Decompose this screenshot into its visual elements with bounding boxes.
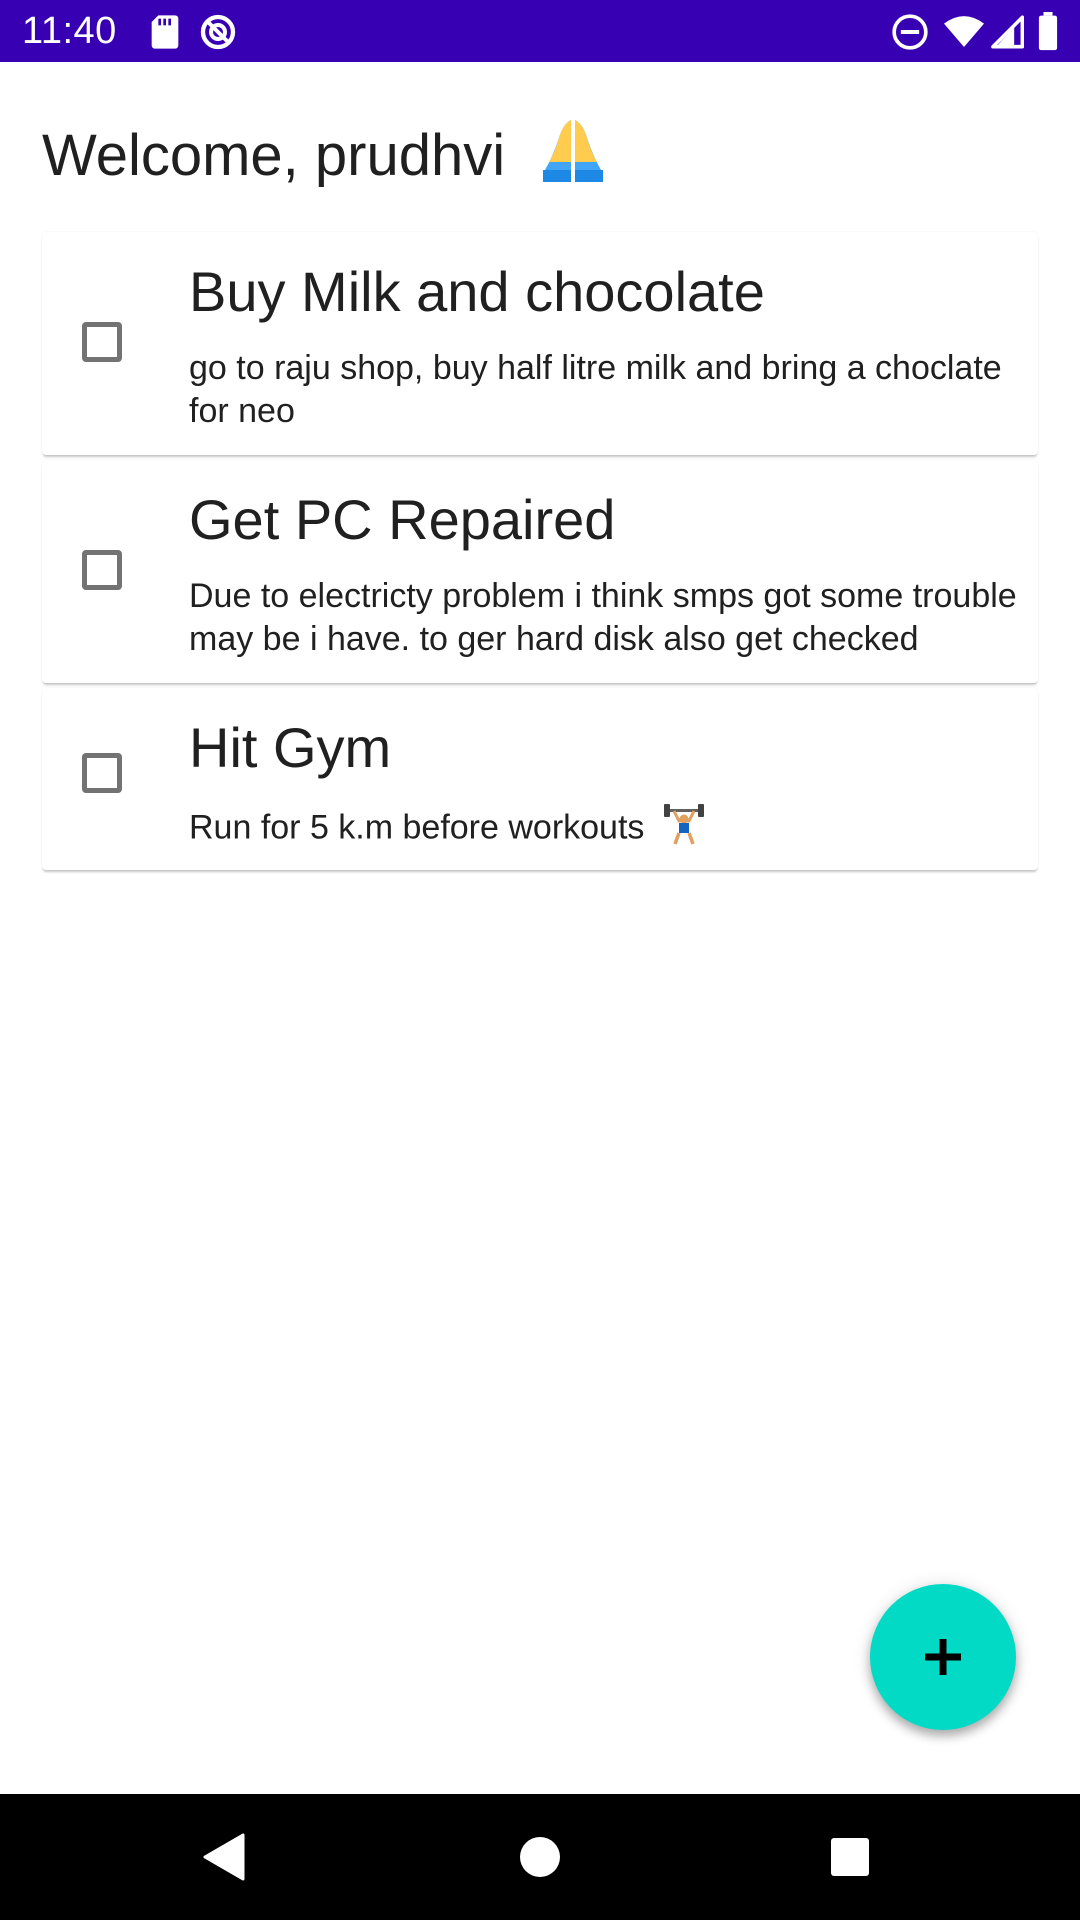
status-time: 11:40 [22, 10, 117, 52]
folded-hands-icon [535, 112, 611, 207]
status-bar: 11:40 [0, 0, 1080, 62]
cell-signal-icon [988, 12, 1028, 52]
home-icon [520, 1837, 560, 1877]
task-title: Get PC Repaired [189, 488, 616, 551]
task-list: Buy Milk and chocolate go to raju shop, … [42, 232, 1038, 875]
task-checkbox[interactable] [82, 753, 122, 793]
task-card[interactable]: Buy Milk and chocolate go to raju shop, … [42, 232, 1038, 455]
back-button[interactable] [195, 1827, 255, 1887]
welcome-text: Welcome, prudhvi [42, 122, 506, 188]
page-title: Welcome, prudhvi [42, 112, 611, 207]
do-not-disturb-icon [890, 12, 930, 52]
task-description-row: Run for 5 k.m before workouts [189, 803, 1029, 856]
task-title: Hit Gym [189, 716, 392, 779]
task-description: go to raju shop, buy half litre milk and… [189, 349, 1002, 430]
task-title: Buy Milk and chocolate [189, 260, 765, 323]
task-description: Due to electricty problem i think smps g… [189, 577, 1017, 658]
battery-icon [1036, 12, 1060, 52]
task-checkbox[interactable] [82, 322, 122, 362]
add-task-button[interactable] [870, 1584, 1016, 1730]
task-card[interactable]: Get PC Repaired Due to electricty proble… [42, 460, 1038, 683]
data-saver-icon [198, 12, 238, 52]
home-button[interactable] [510, 1827, 570, 1887]
task-checkbox[interactable] [82, 550, 122, 590]
weight-lifter-icon [663, 803, 704, 856]
app-screen: 11:40 Welcome, prudhvi Buy Milk and choc… [0, 0, 1080, 1920]
sd-card-icon [145, 12, 185, 52]
back-icon [203, 1833, 245, 1881]
wifi-icon [942, 12, 984, 52]
task-card[interactable]: Hit Gym Run for 5 k.m before workouts [42, 688, 1038, 870]
plus-icon [925, 1639, 961, 1675]
task-description: Run for 5 k.m before workouts [189, 808, 645, 847]
recents-icon [831, 1838, 869, 1876]
navigation-bar [0, 1794, 1080, 1920]
recents-button[interactable] [820, 1827, 880, 1887]
